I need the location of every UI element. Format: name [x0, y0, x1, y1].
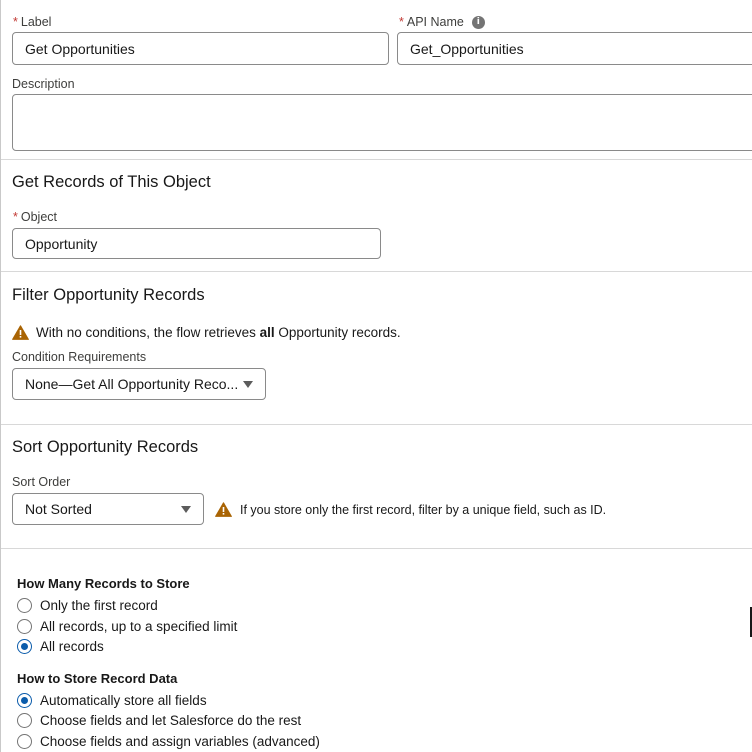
object-input[interactable]: Opportunity	[12, 228, 381, 259]
chevron-down-icon	[243, 380, 253, 388]
filter-section-title: Filter Opportunity Records	[12, 286, 205, 304]
radio-auto-store-fields[interactable]: Automatically store all fields	[17, 691, 207, 709]
radio-button[interactable]	[17, 597, 32, 613]
radio-button-selected[interactable]	[17, 638, 32, 654]
description-textarea[interactable]	[12, 94, 752, 151]
warning-icon	[215, 502, 232, 517]
radio-button[interactable]	[17, 618, 32, 634]
sort-order-label: Sort Order	[12, 475, 71, 489]
sort-warning: If you store only the first record, filt…	[215, 502, 606, 517]
radio-choose-fields-variables[interactable]: Choose fields and assign variables (adva…	[17, 732, 320, 750]
label-field-label: * Label	[13, 15, 52, 29]
record-data-title: How to Store Record Data	[17, 671, 178, 686]
get-records-editor: * Label Get Opportunities * API Name i Get…	[0, 0, 752, 752]
chevron-down-icon	[181, 505, 191, 513]
radio-button-selected[interactable]	[17, 692, 32, 708]
radio-choose-fields-salesforce[interactable]: Choose fields and let Salesforce do the …	[17, 711, 301, 729]
sort-order-select[interactable]: Not Sorted	[12, 493, 204, 525]
radio-all-records[interactable]: All records	[17, 637, 104, 655]
divider	[1, 424, 752, 425]
divider	[1, 271, 752, 272]
description-field-label: Description	[12, 77, 75, 91]
radio-up-to-limit[interactable]: All records, up to a specified limit	[17, 617, 237, 635]
condition-requirements-label: Condition Requirements	[12, 350, 147, 364]
condition-requirements-select[interactable]: None—Get All Opportunity Reco...	[12, 368, 266, 400]
radio-button[interactable]	[17, 712, 32, 728]
info-icon[interactable]: i	[471, 15, 485, 29]
object-field-label: * Object	[13, 210, 58, 224]
divider	[1, 548, 752, 549]
warning-icon	[12, 325, 29, 340]
object-section-title: Get Records of This Object	[12, 173, 211, 191]
records-count-title: How Many Records to Store	[17, 576, 190, 591]
label-input[interactable]: Get Opportunities	[12, 32, 389, 65]
divider	[1, 159, 752, 160]
filter-warning: With no conditions, the flow retrieves a…	[12, 325, 401, 340]
radio-button[interactable]	[17, 733, 32, 749]
sort-section-title: Sort Opportunity Records	[12, 438, 199, 456]
radio-only-first-record[interactable]: Only the first record	[17, 596, 158, 614]
api-name-field-label: * API Name i	[399, 15, 485, 29]
api-name-input[interactable]: Get_Opportunities	[397, 32, 752, 65]
